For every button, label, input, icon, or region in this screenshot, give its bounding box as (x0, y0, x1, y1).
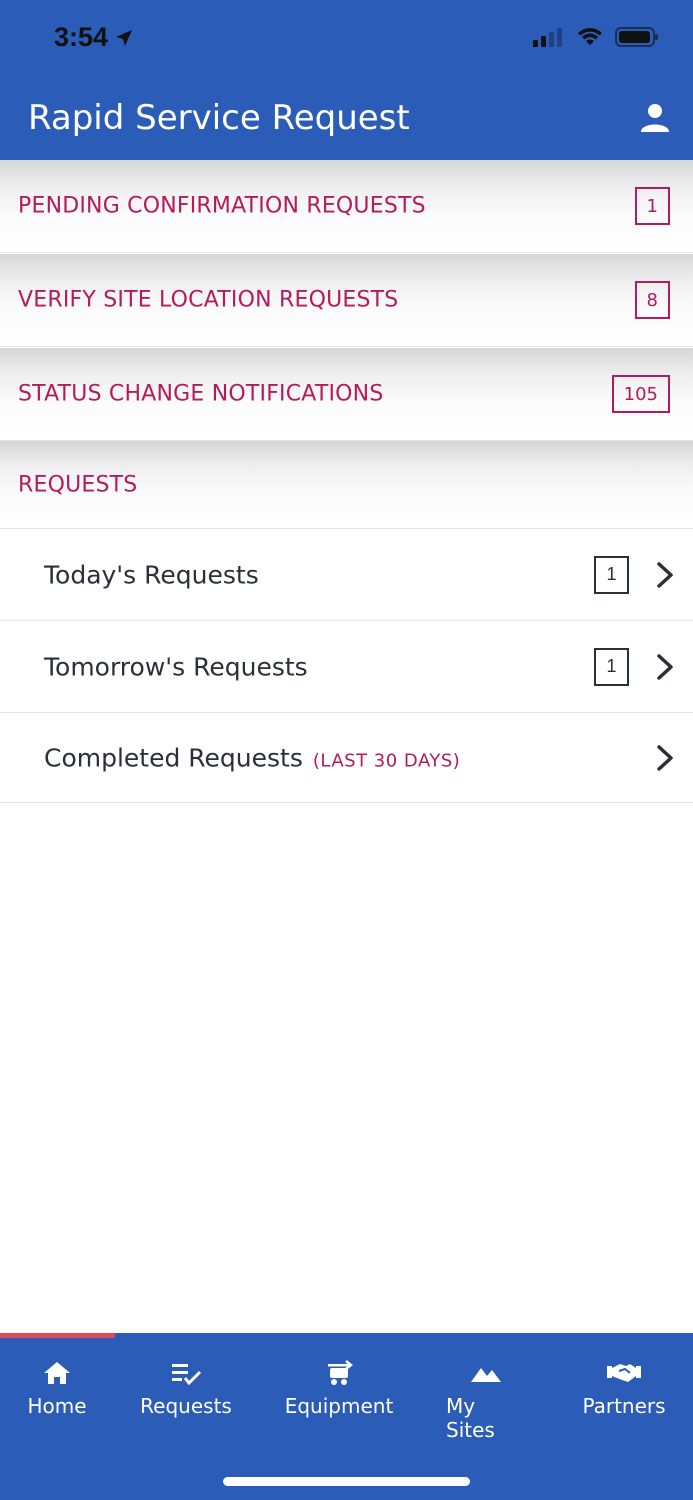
count-badge: 1 (594, 555, 629, 594)
row-sublabel: (LAST 30 DAYS) (312, 750, 461, 771)
chevron-right-icon (657, 561, 673, 588)
equipment-icon (328, 1360, 354, 1385)
row-title: Completed Requests (44, 743, 303, 772)
tab-label: Equipment (284, 1394, 394, 1418)
requests-section-header: REQUESTS (0, 441, 693, 529)
count-badge: 1 (634, 187, 670, 225)
chevron-right-icon (657, 653, 673, 680)
tab-label: Partners (582, 1394, 666, 1418)
home-icon (44, 1362, 70, 1384)
count-badge: 105 (611, 375, 670, 413)
status-change-notifications-section[interactable]: STATUS CHANGE NOTIFICATIONS 105 (0, 348, 693, 441)
todays-requests-row[interactable]: Today's Requests 1 (0, 529, 693, 621)
section-label: PENDING CONFIRMATION REQUESTS (18, 193, 426, 219)
completed-requests-row[interactable]: Completed Requests (LAST 30 DAYS) (0, 713, 693, 803)
count-badge: 1 (594, 647, 629, 686)
tomorrows-requests-row[interactable]: Tomorrow's Requests 1 (0, 621, 693, 713)
tab-requests[interactable]: Requests (140, 1358, 232, 1418)
location-arrow-icon (116, 29, 133, 46)
profile-button[interactable] (635, 98, 675, 138)
person-icon (641, 104, 669, 132)
signal-icon (533, 28, 562, 47)
page-title: Rapid Service Request (28, 98, 410, 138)
tab-label: Requests (140, 1394, 232, 1418)
pending-confirmation-section[interactable]: PENDING CONFIRMATION REQUESTS 1 (0, 160, 693, 253)
battery-icon (615, 27, 658, 47)
row-label: Tomorrow's Requests (44, 652, 308, 681)
count-badge: 8 (634, 281, 670, 319)
chevron-right-icon (657, 744, 673, 771)
app-header: 3:54 Rapid Service Request (0, 0, 693, 160)
handshake-icon (607, 1364, 641, 1382)
status-time-text: 3:54 (54, 22, 109, 52)
tab-partners[interactable]: Partners (582, 1358, 666, 1418)
verify-site-location-section[interactable]: VERIFY SITE LOCATION REQUESTS 8 (0, 254, 693, 347)
tab-my-sites[interactable]: My Sites (446, 1358, 526, 1442)
section-label: REQUESTS (18, 472, 138, 498)
requests-icon (172, 1364, 202, 1386)
wifi-icon (578, 28, 602, 45)
row-label: Completed Requests (LAST 30 DAYS) (44, 743, 460, 772)
tab-label: My Sites (446, 1394, 495, 1442)
row-label: Today's Requests (44, 560, 259, 589)
status-time: 3:54 (54, 22, 134, 53)
mountains-icon (471, 1368, 501, 1382)
tab-home[interactable]: Home (27, 1358, 87, 1418)
active-tab-indicator (0, 1333, 115, 1338)
section-label: VERIFY SITE LOCATION REQUESTS (18, 287, 399, 313)
section-label: STATUS CHANGE NOTIFICATIONS (18, 381, 384, 407)
status-icons (533, 26, 659, 48)
tab-label: Home (27, 1394, 87, 1418)
home-indicator-bar[interactable] (223, 1477, 470, 1486)
tab-equipment[interactable]: Equipment (284, 1358, 394, 1418)
